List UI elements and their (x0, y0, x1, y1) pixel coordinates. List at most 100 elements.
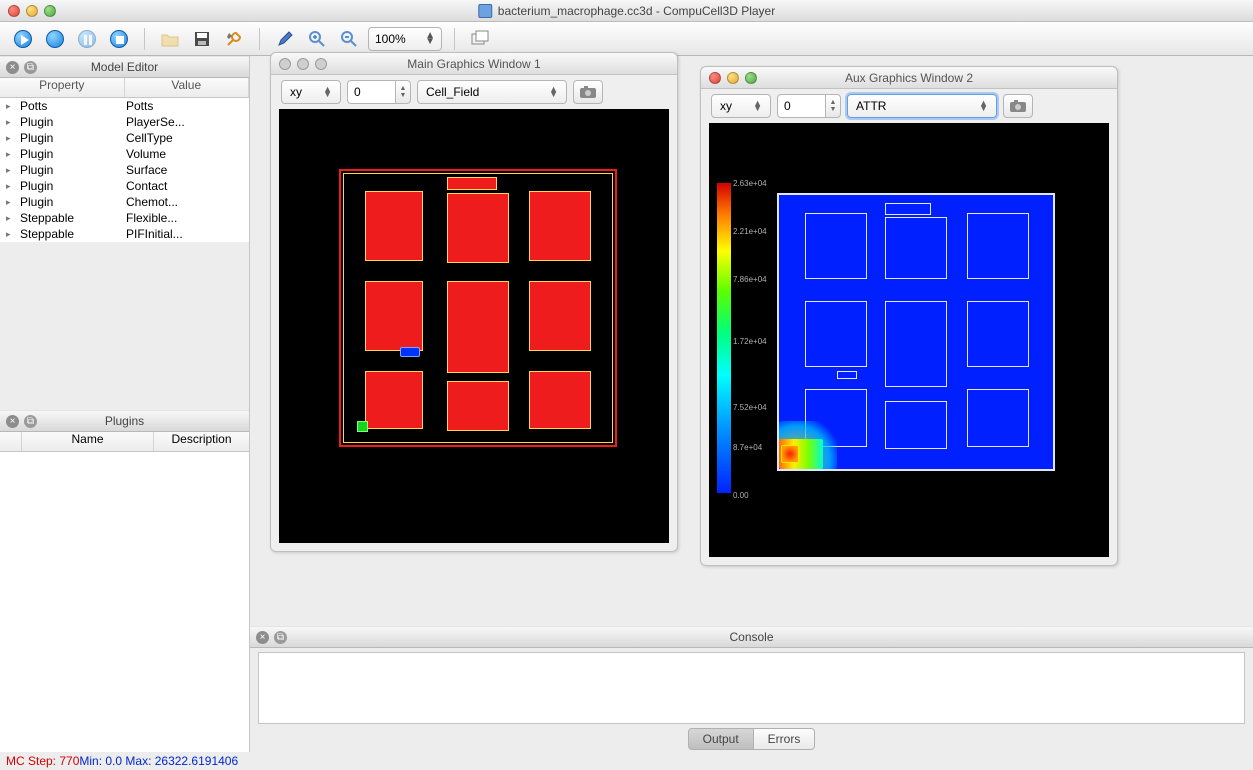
zoom-icon[interactable] (44, 5, 56, 17)
subwindow-title: Main Graphics Window 1 (407, 57, 540, 71)
aux-canvas[interactable]: 2.63e+04 2.21e+04 7.86e+04 1.72e+04 7.52… (709, 123, 1109, 557)
model-editor-row[interactable]: ▸PluginVolume (0, 146, 249, 162)
slice-value: 0 (784, 99, 791, 113)
status-bar: MC Step: 770 Min: 0.0 Max: 26322.6191406 (0, 752, 1253, 770)
pencil-button[interactable] (272, 26, 298, 52)
colorbar-label: 7.52e+04 (733, 403, 767, 412)
zoom-icon[interactable] (745, 72, 757, 84)
zoom-icon[interactable] (315, 58, 327, 70)
panel-undock-icon[interactable]: ⧉ (274, 631, 287, 644)
colorbar-label: 1.72e+04 (733, 337, 767, 346)
model-editor-row[interactable]: ▸SteppablePIFInitial... (0, 226, 249, 242)
minimize-icon[interactable] (297, 58, 309, 70)
wrench-icon (225, 30, 243, 48)
minimize-icon[interactable] (26, 5, 38, 17)
open-folder-icon (160, 30, 180, 48)
stop-button[interactable] (106, 26, 132, 52)
console-tabbar: Output Errors (250, 724, 1253, 752)
colorbar (717, 183, 731, 493)
play-button[interactable] (10, 26, 36, 52)
camera-button[interactable] (573, 80, 603, 104)
aux-graphics-window[interactable]: Aux Graphics Window 2 xy▲▼ 0▲▼ ATTR▲▼ 2.… (700, 66, 1118, 566)
save-icon (193, 30, 211, 48)
toolbar: 100%▲▼ (0, 22, 1253, 56)
os-titlebar: bacterium_macrophage.cc3d - CompuCell3D … (0, 0, 1253, 22)
model-editor-row[interactable]: ▸PottsPotts (0, 98, 249, 114)
tab-errors[interactable]: Errors (754, 728, 816, 750)
model-editor-row[interactable]: ▸PluginPlayerSe... (0, 114, 249, 130)
slice-spinbox[interactable]: 0▲▼ (347, 80, 411, 104)
model-editor-row[interactable]: ▸PluginSurface (0, 162, 249, 178)
new-window-button[interactable] (467, 26, 493, 52)
save-button[interactable] (189, 26, 215, 52)
col-desc[interactable]: Description (154, 432, 249, 451)
panel-close-icon[interactable]: × (6, 61, 19, 74)
pause-button[interactable] (74, 26, 100, 52)
field-value: ATTR (856, 99, 886, 113)
panel-title: Console (250, 630, 1253, 644)
panel-undock-icon[interactable]: ⧉ (24, 61, 37, 74)
plane-select[interactable]: xy▲▼ (281, 80, 341, 104)
status-mc-step: MC Step: 770 (6, 754, 79, 768)
panel-close-icon[interactable]: × (256, 631, 269, 644)
plane-select[interactable]: xy▲▼ (711, 94, 771, 118)
main-canvas[interactable] (279, 109, 669, 543)
tools-button[interactable] (221, 26, 247, 52)
mdi-workarea: Main Graphics Window 1 xy▲▼ 0▲▼ Cell_Fie… (250, 56, 1253, 626)
panel-title: Plugins (0, 414, 249, 428)
colorbar-label: 0.00 (733, 491, 749, 500)
model-editor-row[interactable]: ▸PluginContact (0, 178, 249, 194)
close-icon[interactable] (709, 72, 721, 84)
zoom-out-button[interactable] (336, 26, 362, 52)
field-select[interactable]: Cell_Field▲▼ (417, 80, 567, 104)
model-editor-body[interactable]: ▸PottsPotts▸PluginPlayerSe...▸PluginCell… (0, 98, 249, 242)
panel-undock-icon[interactable]: ⧉ (24, 415, 37, 428)
zoom-select[interactable]: 100%▲▼ (368, 27, 442, 51)
model-editor-header: × ⧉ Model Editor (0, 56, 249, 78)
colorbar-label: 7.86e+04 (733, 275, 767, 284)
bacterium-cell (357, 421, 368, 432)
col-property[interactable]: Property (0, 78, 125, 97)
pencil-icon (276, 30, 294, 48)
document-icon (478, 4, 492, 18)
col-value[interactable]: Value (125, 78, 250, 97)
zoom-in-button[interactable] (304, 26, 330, 52)
zoom-in-icon (308, 30, 326, 48)
console-header: × ⧉ Console (250, 626, 1253, 648)
slice-value: 0 (354, 85, 361, 99)
field-select[interactable]: ATTR▲▼ (847, 94, 997, 118)
camera-button[interactable] (1003, 94, 1033, 118)
console-body[interactable] (258, 652, 1245, 724)
model-editor-columns: Property Value (0, 78, 249, 98)
close-icon[interactable] (279, 58, 291, 70)
col-name[interactable]: Name (22, 432, 154, 451)
slice-spinbox[interactable]: 0▲▼ (777, 94, 841, 118)
main-graphics-window[interactable]: Main Graphics Window 1 xy▲▼ 0▲▼ Cell_Fie… (270, 52, 678, 552)
plane-value: xy (290, 85, 302, 99)
camera-icon (1009, 99, 1027, 113)
colorbar-label: 8.7e+04 (733, 443, 762, 452)
zoom-value: 100% (375, 32, 406, 46)
camera-icon (579, 85, 597, 99)
panel-title: Model Editor (0, 60, 249, 74)
colorbar-label: 2.21e+04 (733, 227, 767, 236)
plugins-header: × ⧉ Plugins (0, 410, 249, 432)
tab-output[interactable]: Output (688, 728, 754, 750)
model-editor-row[interactable]: ▸PluginChemot... (0, 194, 249, 210)
macrophage-cell (400, 347, 420, 357)
panel-close-icon[interactable]: × (6, 415, 19, 428)
plugins-columns: Name Description (0, 432, 249, 452)
colorbar-label: 2.63e+04 (733, 179, 767, 188)
plugins-body[interactable] (0, 452, 249, 752)
field-value: Cell_Field (426, 85, 479, 99)
close-icon[interactable] (8, 5, 20, 17)
zoom-out-icon (340, 30, 358, 48)
windows-icon (470, 30, 490, 48)
plane-value: xy (720, 99, 732, 113)
model-editor-row[interactable]: ▸PluginCellType (0, 130, 249, 146)
open-folder-button[interactable] (157, 26, 183, 52)
status-minmax: Min: 0.0 Max: 26322.6191406 (79, 754, 238, 768)
record-button[interactable] (42, 26, 68, 52)
model-editor-row[interactable]: ▸SteppableFlexible... (0, 210, 249, 226)
minimize-icon[interactable] (727, 72, 739, 84)
